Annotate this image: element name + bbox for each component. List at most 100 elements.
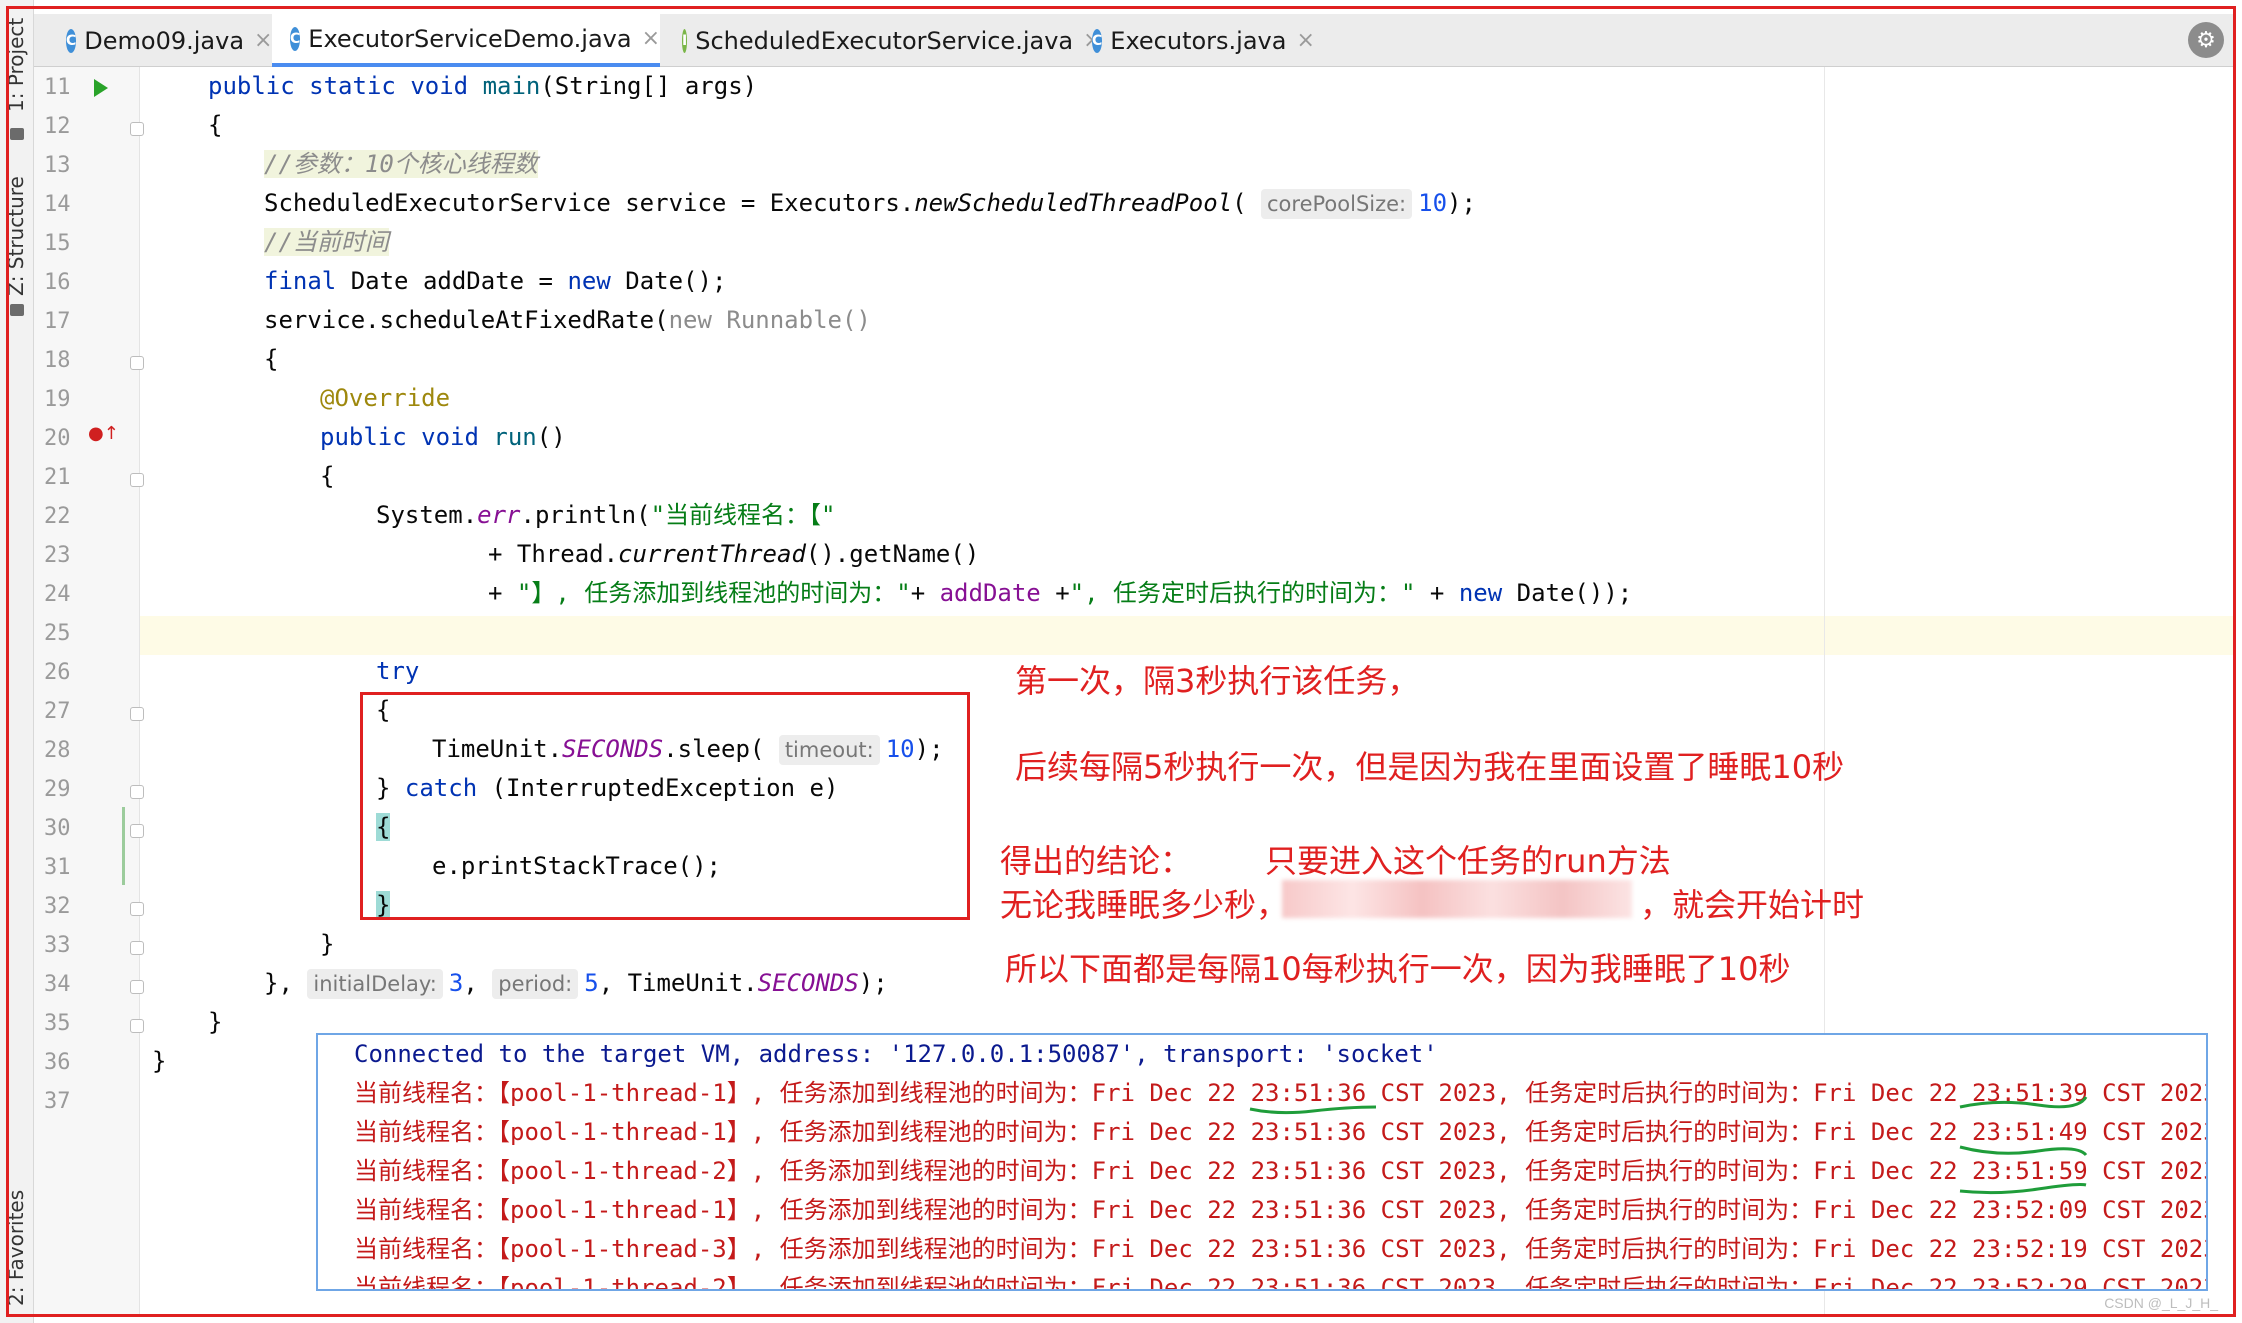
code-line-18: {	[264, 345, 279, 373]
squiggle-underline	[1959, 1096, 2088, 1109]
fold-icon[interactable]	[130, 356, 144, 370]
line-number: 27	[44, 699, 71, 724]
structure-icon[interactable]	[10, 304, 24, 316]
parameter-hint: corePoolSize:	[1261, 189, 1413, 219]
class-icon: C	[290, 26, 301, 51]
tab-label: ScheduledExecutorService.java	[695, 26, 1074, 55]
project-icon[interactable]	[10, 128, 24, 140]
fold-icon[interactable]	[130, 824, 144, 838]
code-line-33: }	[320, 930, 335, 958]
annotation-sleep-prefix: 无论我睡眠多少秒，	[1000, 886, 1289, 924]
annotation-conclusion-label: 得出的结论：	[1000, 842, 1193, 880]
line-number: 18	[44, 348, 71, 373]
line-number: 14	[44, 192, 71, 217]
line-number: 22	[44, 504, 71, 529]
squiggle-underline	[1959, 1145, 2088, 1157]
structure-tool-tab[interactable]: Z: Structure	[4, 176, 28, 296]
console-line: 当前线程名：【pool-1-thread-1】, 任务添加到线程池的时间为：Fr…	[354, 1196, 2208, 1224]
line-number: 31	[44, 855, 71, 880]
fold-icon[interactable]	[130, 941, 144, 955]
line-number: 30	[44, 816, 71, 841]
line-number: 37	[44, 1089, 71, 1114]
left-tool-strip: 1: Project Z: Structure 2: Favorites	[0, 0, 34, 1323]
line-number: 33	[44, 933, 71, 958]
redacted-blur	[1282, 880, 1632, 918]
line-number: 35	[44, 1011, 71, 1036]
code-line-15: //当前时间	[264, 228, 389, 256]
squiggle-underline	[1959, 1183, 2087, 1195]
code-line-26: try	[376, 657, 420, 685]
console-line: 当前线程名：【pool-1-thread-2】, 任务添加到线程池的时间为：Fr…	[354, 1274, 2208, 1291]
console-connected-line: Connected to the target VM, address: '12…	[354, 1040, 1438, 1068]
line-number: 21	[44, 465, 71, 490]
override-icon[interactable]: ●↑	[88, 423, 119, 444]
line-number: 36	[44, 1050, 71, 1075]
code-line-17: service.scheduleAtFixedRate(new Runnable…	[264, 306, 871, 334]
code-line-36: }	[152, 1047, 167, 1075]
fold-icon[interactable]	[130, 122, 144, 136]
settings-gear-icon[interactable]: ⚙	[2188, 22, 2224, 58]
close-icon[interactable]: ×	[642, 26, 660, 51]
close-icon[interactable]: ×	[1296, 28, 1314, 53]
line-number: 28	[44, 738, 71, 763]
parameter-hint: period:	[492, 969, 579, 999]
run-icon[interactable]	[94, 79, 108, 97]
class-icon: C	[1092, 28, 1103, 53]
try-catch-highlight-box	[360, 692, 970, 920]
fold-icon[interactable]	[130, 785, 144, 799]
line-number: 11	[44, 75, 71, 100]
code-line-13: //参数：10个核心线程数	[264, 150, 538, 178]
line-number: 15	[44, 231, 71, 256]
project-tool-tab[interactable]: 1: Project	[4, 18, 28, 112]
editor-tab-bar: C Demo09.java × C ExecutorServiceDemo.ja…	[34, 14, 2234, 67]
line-number: 16	[44, 270, 71, 295]
annotation-conclusion-text: 只要进入这个任务的run方法	[1265, 842, 1671, 880]
annotation-sleep-suffix: ，就会开始计时	[1640, 886, 1865, 924]
line-number: 26	[44, 660, 71, 685]
code-line-11: public static void main(String[] args)	[208, 72, 758, 100]
tab-label: ExecutorServiceDemo.java	[308, 24, 632, 53]
fold-icon[interactable]	[130, 707, 144, 721]
fold-icon[interactable]	[130, 473, 144, 487]
line-number: 32	[44, 894, 71, 919]
line-number: 19	[44, 387, 71, 412]
code-line-12: {	[208, 111, 223, 139]
fold-icon[interactable]	[130, 1019, 144, 1033]
code-line-34: }, initialDelay: 3, period: 5, TimeUnit.SE…	[264, 969, 888, 999]
line-number: 23	[44, 543, 71, 568]
tab-demo09[interactable]: C Demo09.java ×	[48, 14, 272, 67]
code-line-23: + Thread.currentThread().getName()	[488, 540, 980, 568]
interface-icon: I	[682, 28, 688, 53]
tab-executors[interactable]: C Executors.java ×	[1074, 14, 1315, 67]
line-number: 12	[44, 114, 71, 139]
line-number: 20	[44, 426, 71, 451]
console-line: 当前线程名：【pool-1-thread-3】, 任务添加到线程池的时间为：Fr…	[354, 1235, 2208, 1263]
annotation-subsequent: 后续每隔5秒执行一次，但是因为我在里面设置了睡眠10秒	[1015, 748, 1845, 786]
code-line-35: }	[208, 1008, 223, 1036]
line-number: 24	[44, 582, 71, 607]
fold-icon[interactable]	[130, 902, 144, 916]
squiggle-underline	[1249, 1105, 1377, 1115]
tab-executorservicedemo[interactable]: C ExecutorServiceDemo.java ×	[272, 14, 660, 67]
code-line-24: + "】, 任务添加到线程池的时间为："+ addDate +", 任务定时后执…	[488, 579, 1633, 607]
run-console-output[interactable]: Connected to the target VM, address: '12…	[316, 1033, 2208, 1291]
line-number: 13	[44, 153, 71, 178]
fold-icon[interactable]	[130, 980, 144, 994]
tab-scheduledexecutorservice[interactable]: I ScheduledExecutorService.java ×	[664, 14, 1102, 67]
code-line-14: ScheduledExecutorService service = Execu…	[264, 189, 1476, 219]
code-line-22: System.err.println("当前线程名：【"	[376, 501, 836, 529]
code-line-19: @Override	[320, 384, 451, 412]
console-line: 当前线程名：【pool-1-thread-2】, 任务添加到线程池的时间为：Fr…	[354, 1157, 2208, 1185]
vcs-change-marker	[122, 807, 125, 885]
tab-label: Executors.java	[1110, 26, 1287, 55]
close-icon[interactable]: ×	[254, 28, 272, 53]
line-number: 25	[44, 621, 71, 646]
code-line-20: public void run()	[320, 423, 566, 451]
parameter-hint: initialDelay:	[307, 969, 443, 999]
line-number: 34	[44, 972, 71, 997]
annotation-first-run: 第一次，隔3秒执行该任务，	[1015, 662, 1420, 700]
code-line-16: final Date addDate = new Date();	[264, 267, 727, 295]
favorites-tool-tab[interactable]: 2: Favorites	[4, 1190, 28, 1306]
current-line-highlight	[140, 616, 2234, 655]
annotation-summary: 所以下面都是每隔10每秒执行一次，因为我睡眠了10秒	[1005, 950, 1791, 988]
